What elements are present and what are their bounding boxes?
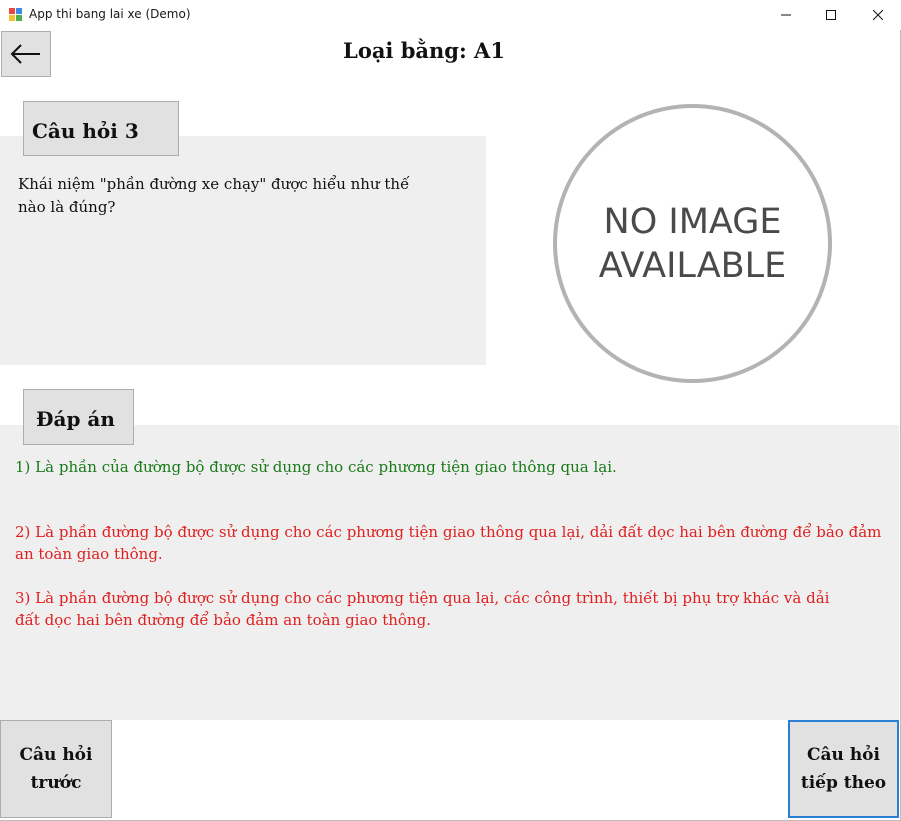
previous-question-label: Câu hỏi trước [19,745,93,793]
question-panel [0,136,486,365]
answer-option-1[interactable]: 1) Là phần của đường bộ được sử dụng cho… [15,456,891,478]
next-question-button[interactable]: Câu hỏi tiếp theo [788,720,899,818]
maximize-button[interactable] [808,0,854,30]
app-window-icon [9,8,23,22]
answer-section-label[interactable]: Đáp án [23,389,134,445]
answer-option-2[interactable]: 2) Là phần đường bộ được sử dụng cho các… [15,521,891,565]
answer-option-3[interactable]: 3) Là phần đường bộ được sử dụng cho các… [15,587,845,631]
minimize-icon [781,14,791,16]
previous-question-button[interactable]: Câu hỏi trước [0,720,112,818]
minimize-button[interactable] [763,0,809,30]
close-icon [873,10,883,20]
no-image-placeholder: NO IMAGE AVAILABLE [553,104,832,383]
no-image-line-1: NO IMAGE [603,201,782,242]
window-title: App thi bang lai xe (Demo) [29,7,191,21]
title-bar[interactable]: App thi bang lai xe (Demo) [0,0,901,30]
maximize-icon [826,10,836,20]
license-type-title: Loại bằng: A1 [343,38,505,63]
question-number-label[interactable]: Câu hỏi 3 [23,101,179,156]
close-button[interactable] [855,0,901,30]
app-window: App thi bang lai xe (Demo) Loại bằng: A1… [0,0,901,821]
question-text: Khái niệm "phần đường xe chạy" được hiểu… [18,175,410,216]
no-image-line-2: AVAILABLE [598,245,787,286]
next-question-label: Câu hỏi tiếp theo [800,745,887,793]
